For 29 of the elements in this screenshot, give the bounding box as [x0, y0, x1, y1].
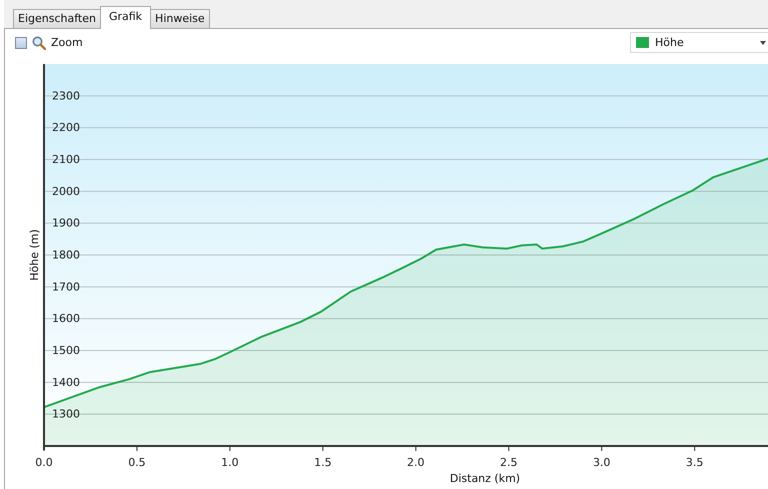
zoom-label: Zoom — [51, 36, 83, 49]
x-tick-label: 0.0 — [35, 456, 53, 469]
search-icon — [32, 36, 46, 50]
y-tick-label: 2100 — [52, 153, 80, 166]
x-tick-label: 2.5 — [500, 456, 518, 469]
y-tick-label: 1500 — [52, 344, 80, 357]
y-tick-label: 1600 — [52, 312, 80, 326]
y-tick-label: 2200 — [52, 121, 80, 134]
y-tick-label: 1800 — [52, 248, 80, 262]
x-tick-label: 3.0 — [592, 456, 610, 469]
x-axis-title: Distanz (km) — [450, 472, 520, 485]
series-dropdown[interactable]: Höhe — [630, 32, 768, 53]
x-tick-label: 3.5 — [686, 456, 704, 469]
x-tick-label: 1.5 — [314, 456, 332, 469]
tab[interactable]: Eigenschaften — [13, 9, 101, 28]
y-tick-label: 1700 — [52, 280, 80, 294]
tab[interactable]: Grafik — [100, 6, 152, 29]
zoom-checkbox[interactable] — [15, 36, 27, 48]
y-tick-label: 2300 — [52, 89, 80, 102]
tab[interactable]: Hinweise — [150, 9, 210, 28]
y-tick-label: 2000 — [52, 184, 80, 198]
x-tick-label: 1.0 — [221, 456, 239, 469]
y-tick-label: 1400 — [52, 376, 80, 389]
caret-icon — [760, 40, 766, 44]
x-tick-label: 2.0 — [407, 456, 425, 469]
y-axis-title: Höhe (m) — [28, 229, 41, 281]
y-tick-label: 1300 — [52, 408, 80, 421]
y-tick-label: 1900 — [52, 216, 80, 230]
x-tick-label: 0.5 — [128, 456, 146, 469]
